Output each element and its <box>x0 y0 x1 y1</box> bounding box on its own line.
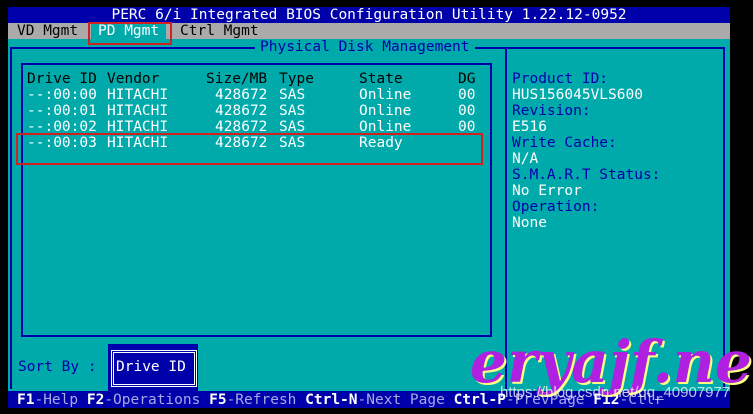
watermark-url: https://blog.csdn.net/qq_40907977 <box>500 384 731 401</box>
col-dg: DG <box>458 71 476 87</box>
title-bar: PERC 6/i Integrated BIOS Configuration U… <box>8 7 730 23</box>
revision-label: Revision: <box>512 103 591 119</box>
help-label: -Help <box>34 392 79 408</box>
smart-status-label: S.M.A.R.T Status: <box>512 167 661 183</box>
col-size: Size/MB <box>206 71 268 87</box>
key-ctrl-n: Ctrl-N <box>305 392 358 408</box>
operations-label: -Operations <box>104 392 201 408</box>
sort-by-label: Sort By : <box>18 359 97 375</box>
vendor: HITACHI <box>107 103 169 119</box>
size: 428672 <box>215 103 268 119</box>
col-type: Type <box>279 71 314 87</box>
refresh-label: -Refresh <box>226 392 297 408</box>
sort-by-select[interactable]: Drive ID <box>108 344 198 391</box>
panel-title: Physical Disk Management <box>255 39 475 55</box>
vendor: HITACHI <box>107 87 169 103</box>
highlight-box <box>16 133 483 165</box>
highlight-box <box>88 22 172 45</box>
write-cache-value: N/A <box>512 151 539 167</box>
col-drive-id: Drive ID <box>27 71 97 87</box>
key-f5: F5 <box>209 392 227 408</box>
drive-id: --:00:00 <box>27 87 97 103</box>
key-f1: F1 <box>17 392 35 408</box>
state: Online <box>359 87 412 103</box>
next-page-label: -Next Page <box>357 392 445 408</box>
dg: 00 <box>458 87 476 103</box>
key-f2: F2 <box>86 392 105 408</box>
type: SAS <box>279 103 306 119</box>
smart-status-value: No Error <box>512 183 582 199</box>
type: SAS <box>279 87 306 103</box>
drive-id: --:00:01 <box>27 103 97 119</box>
size: 428672 <box>215 87 268 103</box>
write-cache-label: Write Cache: <box>512 135 617 151</box>
col-state: State <box>359 71 403 87</box>
menu-ctrl-mgmt[interactable]: Ctrl Mgmt <box>180 23 259 39</box>
operation-label: Operation: <box>512 199 600 215</box>
revision-value: E516 <box>512 119 547 135</box>
operation-value: None <box>512 215 547 231</box>
product-id-value: HUS156045VLS600 <box>512 87 643 103</box>
sort-by-value: Drive ID <box>116 359 186 375</box>
product-id-label: Product ID: <box>512 71 609 87</box>
col-vendor: Vendor <box>107 71 160 87</box>
dg: 00 <box>458 103 476 119</box>
state: Online <box>359 103 412 119</box>
menu-vd-mgmt[interactable]: VD Mgmt <box>17 23 78 39</box>
